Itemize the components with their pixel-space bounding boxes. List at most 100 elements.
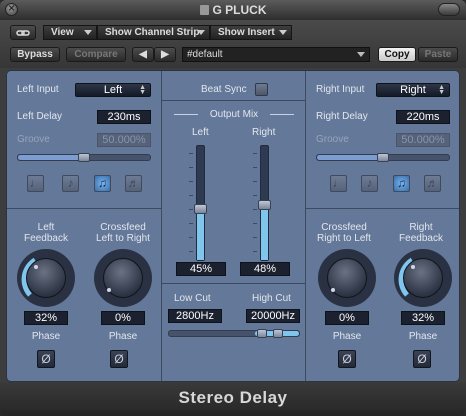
low-cut-label: Low Cut — [174, 293, 211, 304]
right-channel-section: Right Input Right ▲ ▼ Right Delay 220ms Gr… — [306, 71, 459, 381]
eighth-note-button[interactable]: ♪ — [361, 175, 378, 192]
right-feedback-field[interactable]: 32% — [401, 311, 445, 325]
left-phase-invert-button[interactable]: Ø — [37, 350, 55, 368]
fader-tick — [253, 237, 257, 238]
window-title: G PLUCK — [0, 3, 466, 17]
left-crossfeed-phase-invert-button[interactable]: Ø — [110, 350, 128, 368]
left-feedback-label-2: Feedback — [24, 233, 68, 244]
left-output-fader[interactable] — [194, 145, 207, 261]
link-button[interactable] — [10, 25, 36, 40]
fader-tick — [253, 223, 257, 224]
right-crossfeed-phase-invert-button[interactable]: Ø — [338, 350, 356, 368]
slider-thumb[interactable] — [78, 153, 90, 162]
fader-tick — [189, 237, 193, 238]
compare-button[interactable]: Compare — [66, 47, 126, 62]
left-feedback-knob[interactable] — [17, 249, 75, 307]
left-delay-field[interactable]: 230ms — [97, 110, 151, 124]
right-groove-field[interactable]: 50.000% — [396, 133, 450, 147]
beat-sync-checkbox[interactable] — [255, 83, 268, 96]
eighth-note-button[interactable]: ♪ — [62, 175, 79, 192]
phase-invert-icon: Ø — [41, 352, 51, 366]
right-groove-label: Groove — [316, 134, 349, 145]
fader-thumb[interactable] — [194, 203, 207, 214]
high-cut-thumb[interactable] — [273, 329, 283, 338]
show-insert-label: Show Insert — [218, 27, 275, 38]
left-groove-slider[interactable] — [17, 153, 151, 162]
sixteenth-note-icon: ♬ — [426, 176, 439, 190]
previous-preset-button[interactable]: ◀ — [132, 47, 154, 62]
left-groove-field[interactable]: 50.000% — [97, 133, 151, 147]
knob-indicator — [107, 288, 111, 292]
fader-tick — [253, 153, 257, 154]
left-feedback-field[interactable]: 32% — [24, 311, 68, 325]
low-cut-field[interactable]: 2800Hz — [168, 309, 222, 323]
sixteenth-note-button[interactable]: ♬ — [424, 175, 441, 192]
fader-tick — [189, 181, 193, 182]
left-crossfeed-knob[interactable] — [94, 249, 152, 307]
beamed-note-button[interactable]: ♫ — [393, 175, 410, 192]
copy-label: Copy — [384, 49, 410, 60]
paste-label: Paste — [424, 49, 452, 60]
right-crossfeed-field[interactable]: 0% — [325, 311, 369, 325]
fader-fill — [197, 208, 204, 260]
next-preset-button[interactable]: ▶ — [154, 47, 176, 62]
slider-fill — [18, 155, 84, 160]
toolbar-toggle-button[interactable] — [438, 3, 460, 16]
right-groove-slider[interactable] — [316, 153, 450, 162]
window-title-text: G PLUCK — [212, 3, 267, 17]
knob-cap — [327, 258, 367, 298]
show-channel-strip-menu[interactable]: Show Channel Strip — [97, 25, 210, 40]
show-insert-menu[interactable]: Show Insert — [210, 25, 292, 40]
knob-cap — [403, 258, 443, 298]
right-input-select[interactable]: Right ▲ ▼ — [376, 83, 450, 97]
high-cut-value: 20000Hz — [250, 310, 296, 322]
paste-button[interactable]: Paste — [418, 47, 458, 62]
right-delay-label: Right Delay — [316, 111, 368, 122]
right-feedback-knob[interactable] — [394, 249, 452, 307]
left-crossfeed-value: 0% — [115, 312, 131, 324]
phase-invert-icon: Ø — [114, 352, 124, 366]
chevron-right-icon: ▶ — [161, 49, 169, 60]
knob-indicator — [34, 265, 38, 269]
slider-thumb[interactable] — [377, 153, 389, 162]
right-feedback-label-2: Feedback — [399, 233, 443, 244]
view-menu[interactable]: View — [43, 25, 97, 40]
left-groove-value: 50.000% — [102, 134, 146, 146]
fader-tick — [253, 167, 257, 168]
left-crossfeed-field[interactable]: 0% — [101, 311, 145, 325]
fader-thumb[interactable] — [258, 200, 271, 211]
right-feedback-label: Right — [409, 222, 433, 233]
high-cut-field[interactable]: 20000Hz — [246, 309, 300, 323]
right-crossfeed-label: Crossfeed — [321, 222, 367, 233]
beat-sync-label: Beat Sync — [201, 84, 247, 95]
right-feedback-value: 32% — [411, 312, 435, 324]
low-cut-thumb[interactable] — [257, 329, 267, 338]
right-delay-field[interactable]: 220ms — [396, 110, 450, 124]
preset-value: #default — [187, 49, 223, 60]
sixteenth-note-button[interactable]: ♬ — [125, 175, 142, 192]
bypass-button[interactable]: Bypass — [10, 47, 60, 62]
quarter-note-button[interactable]: ♩ — [330, 175, 347, 192]
left-groove-label: Groove — [17, 134, 50, 145]
right-mix-field[interactable]: 48% — [240, 262, 290, 276]
copy-button[interactable]: Copy — [378, 47, 416, 62]
right-crossfeed-knob[interactable] — [318, 249, 376, 307]
right-phase-label: Phase — [408, 331, 438, 342]
right-output-fader[interactable] — [258, 145, 271, 261]
quarter-note-button[interactable]: ♩ — [27, 175, 44, 192]
fader-tick — [189, 209, 193, 210]
link-icon — [16, 29, 30, 36]
cut-range-slider[interactable] — [168, 329, 300, 338]
chevron-down-icon — [84, 30, 92, 35]
fader-tick — [189, 251, 193, 252]
phase-invert-icon: Ø — [417, 352, 427, 366]
up-down-icon: ▲ ▼ — [139, 84, 146, 96]
knob-cap — [103, 258, 143, 298]
right-input-value: Right — [400, 84, 426, 96]
preset-menu[interactable]: #default — [182, 47, 370, 62]
beamed-note-icon: ♫ — [98, 176, 107, 190]
beamed-note-button[interactable]: ♫ — [94, 175, 111, 192]
right-phase-invert-button[interactable]: Ø — [413, 350, 431, 368]
left-mix-field[interactable]: 45% — [176, 262, 226, 276]
left-input-select[interactable]: Left ▲ ▼ — [75, 83, 151, 97]
